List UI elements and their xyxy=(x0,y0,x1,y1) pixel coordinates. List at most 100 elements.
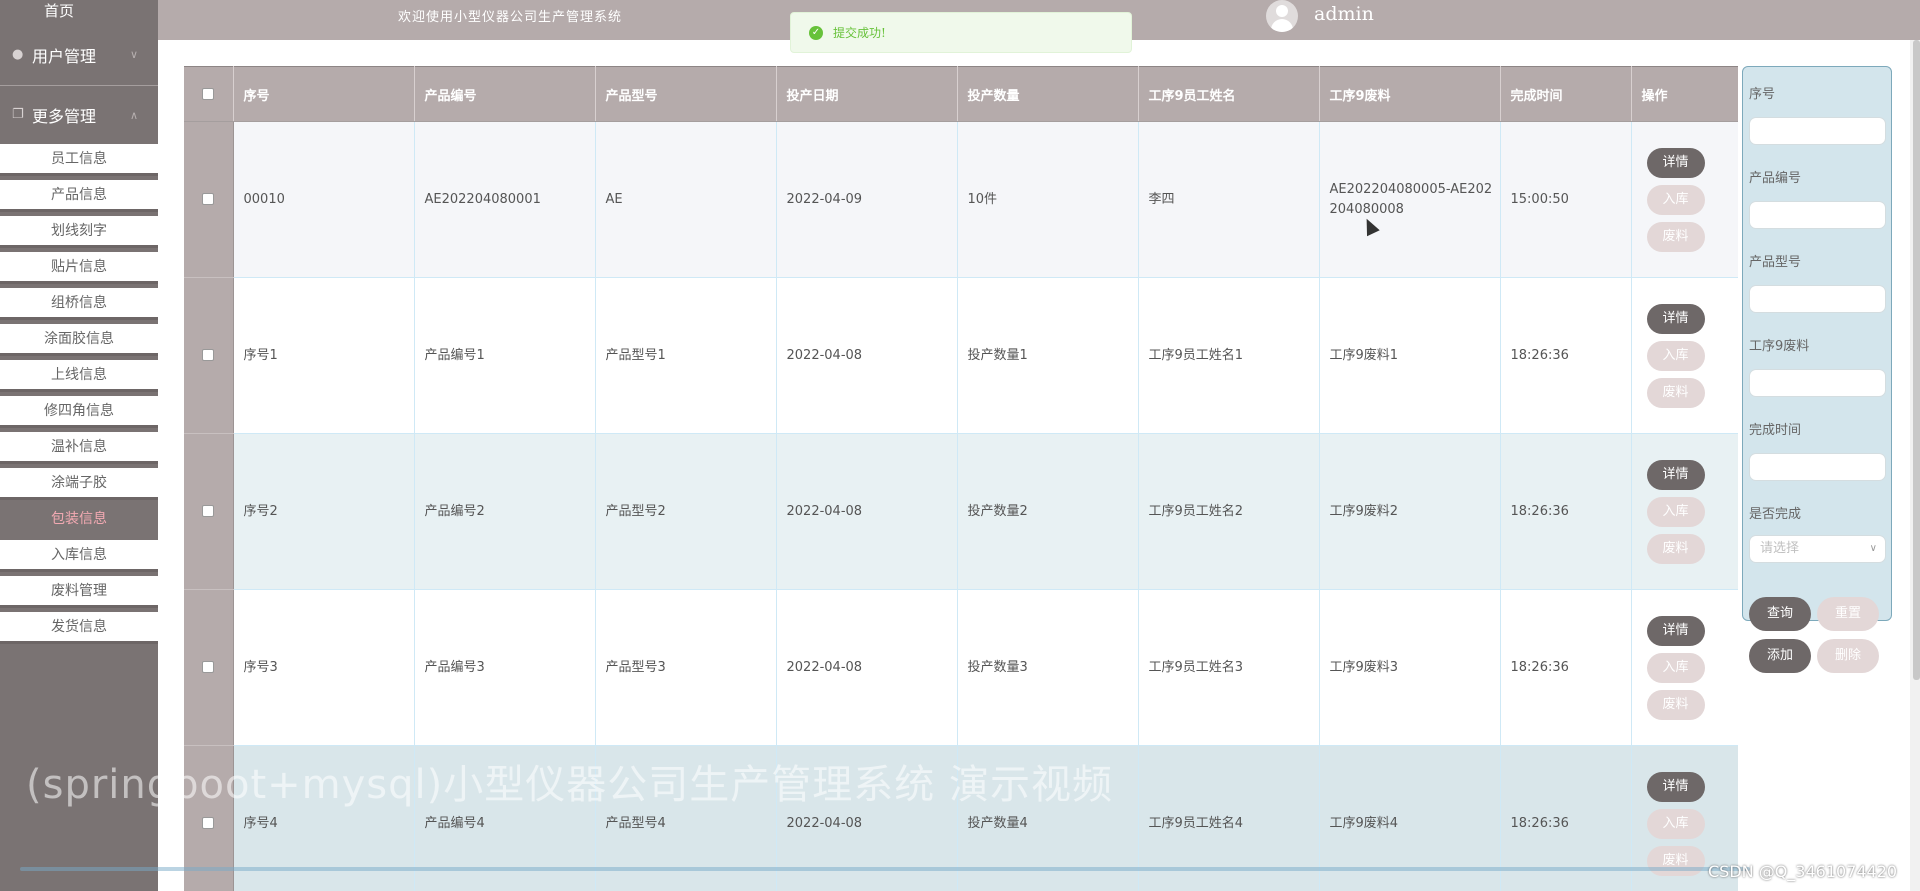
table-cell: 工序9员工姓名3 xyxy=(1138,589,1320,746)
copy-icon: ❐ xyxy=(12,107,24,122)
search-input[interactable] xyxy=(1749,453,1886,481)
detail-button[interactable]: 详情 xyxy=(1646,771,1705,802)
table-cell: AE202204080001 xyxy=(414,121,596,278)
scrap-button[interactable]: 废料 xyxy=(1646,845,1705,876)
table-cell: 工序9员工姓名2 xyxy=(1138,433,1320,590)
warehouse-in-button[interactable]: 入库 xyxy=(1646,340,1705,371)
table-cell: AE xyxy=(595,121,777,278)
search-field-label: 序号 xyxy=(1749,87,1776,102)
table-cell: 2022-04-08 xyxy=(776,589,958,746)
scrap-button[interactable]: 废料 xyxy=(1646,377,1705,408)
query-button[interactable]: 查询 xyxy=(1749,597,1811,631)
detail-button[interactable]: 详情 xyxy=(1646,615,1705,646)
reset-button[interactable]: 重置 xyxy=(1817,597,1879,631)
completed-select[interactable]: 请选择 ∨ xyxy=(1749,535,1886,563)
sidebar-item[interactable]: 贴片信息 xyxy=(0,252,158,284)
sidebar-item[interactable]: 划线刻字 xyxy=(0,216,158,248)
row-checkbox[interactable] xyxy=(202,661,215,673)
detail-button[interactable]: 详情 xyxy=(1646,147,1705,178)
table-cell: 产品编号2 xyxy=(414,433,596,590)
panel-button-row: 添加 删除 xyxy=(1749,639,1885,673)
table-cell: 序号3 xyxy=(233,589,415,746)
warehouse-in-button[interactable]: 入库 xyxy=(1646,652,1705,683)
select-placeholder: 请选择 xyxy=(1760,541,1800,556)
row-checkbox[interactable] xyxy=(202,817,215,829)
table-cell: 2022-04-08 xyxy=(776,433,958,590)
search-input[interactable] xyxy=(1749,201,1886,229)
avatar[interactable] xyxy=(1266,0,1298,32)
table-cell: 2022-04-09 xyxy=(776,121,958,278)
search-input[interactable] xyxy=(1749,117,1886,145)
sidebar-item[interactable]: 废料管理 xyxy=(0,576,158,608)
vertical-scrollbar-thumb[interactable] xyxy=(1913,40,1920,680)
scrap-button[interactable]: 废料 xyxy=(1646,533,1705,564)
row-actions-cell: 详情 入库 废料 xyxy=(1631,433,1738,590)
select-all-cell xyxy=(184,66,234,122)
table-row: 序号3 产品编号3 产品型号3 2022-04-08 投产数量3 工序9员工姓名3 工序9废… xyxy=(184,589,1738,746)
table-header-row: 序号 产品编号 产品型号 投产日期 投产数量 工序9员工姓名 工序9废料 完成时间 操作 xyxy=(184,66,1738,122)
select-all-checkbox[interactable] xyxy=(202,88,215,100)
search-panel: 序号 产品编号 产品型号 工序9废料 完成时间 是否完成 请选择 ∨ 查询 重置 添加 删除 xyxy=(1742,66,1892,673)
table-cell: 产品编号1 xyxy=(414,277,596,434)
row-select-cell xyxy=(184,433,234,590)
table-cell: 产品型号3 xyxy=(595,589,777,746)
username[interactable]: admin xyxy=(1314,3,1374,25)
sidebar-item[interactable]: 员工信息 xyxy=(0,144,158,176)
completed-select-label: 是否完成 xyxy=(1749,507,1802,522)
scrap-button[interactable]: 废料 xyxy=(1646,221,1705,252)
sidebar-group-user-management[interactable]: ● 用户管理 ∨ xyxy=(0,24,158,86)
table-cell: 序号1 xyxy=(233,277,415,434)
welcome-text: 欢迎使用小型仪器公司生产管理系统 xyxy=(398,10,623,25)
sidebar-item[interactable]: 组桥信息 xyxy=(0,288,158,320)
column-header: 工序9废料 xyxy=(1319,66,1501,122)
table-cell: 18:26:36 xyxy=(1500,277,1632,434)
sidebar-item[interactable]: 涂端子胶 xyxy=(0,468,158,500)
add-button[interactable]: 添加 xyxy=(1749,639,1811,673)
row-checkbox[interactable] xyxy=(202,505,215,517)
warehouse-in-button[interactable]: 入库 xyxy=(1646,808,1705,839)
warehouse-in-button[interactable]: 入库 xyxy=(1646,184,1705,215)
column-header: 工序9员工姓名 xyxy=(1138,66,1320,122)
sidebar-item[interactable]: 包装信息 xyxy=(0,504,158,536)
sidebar-item[interactable]: 修四角信息 xyxy=(0,396,158,428)
panel-button-row: 查询 重置 xyxy=(1749,597,1885,631)
row-checkbox[interactable] xyxy=(202,193,215,205)
sidebar-item[interactable]: 产品信息 xyxy=(0,180,158,212)
table-cell: 工序9废料1 xyxy=(1319,277,1501,434)
table-cell: 工序9废料2 xyxy=(1319,433,1501,590)
sidebar-item[interactable]: 发货信息 xyxy=(0,612,158,644)
sidebar-group-more-management[interactable]: ❐ 更多管理 ∧ xyxy=(0,86,158,144)
search-field-label: 产品编号 xyxy=(1749,171,1802,186)
video-progress-bar[interactable] xyxy=(20,867,1750,871)
column-header: 投产日期 xyxy=(776,66,958,122)
search-field-label: 完成时间 xyxy=(1749,423,1802,438)
sidebar-item[interactable]: 涂面胶信息 xyxy=(0,324,158,356)
row-checkbox[interactable] xyxy=(202,349,215,361)
table-cell: 序号2 xyxy=(233,433,415,590)
table-cell: 工序9废料3 xyxy=(1319,589,1501,746)
table-cell: 00010 xyxy=(233,121,415,278)
sidebar-item[interactable]: 上线信息 xyxy=(0,360,158,392)
video-title-overlay: (springboot+mysql)小型仪器公司生产管理系统 演示视频 xyxy=(26,762,1113,808)
sidebar-item[interactable]: 入库信息 xyxy=(0,540,158,572)
user-icon: ● xyxy=(12,46,24,62)
chevron-down-icon: ∨ xyxy=(129,48,138,61)
detail-button[interactable]: 详情 xyxy=(1646,459,1705,490)
table-cell: 18:26:36 xyxy=(1500,589,1632,746)
detail-button[interactable]: 详情 xyxy=(1646,303,1705,334)
row-actions-cell: 详情 入库 废料 xyxy=(1631,277,1738,434)
warehouse-in-button[interactable]: 入库 xyxy=(1646,496,1705,527)
sidebar-home[interactable]: 首页 xyxy=(0,0,158,24)
row-select-cell xyxy=(184,589,234,746)
table-row: 序号1 产品编号1 产品型号1 2022-04-08 投产数量1 工序9员工姓名1 工序9废… xyxy=(184,277,1738,434)
column-header: 产品编号 xyxy=(414,66,596,122)
search-input[interactable] xyxy=(1749,285,1886,313)
search-input[interactable] xyxy=(1749,369,1886,397)
sidebar-group-label: 用户管理 xyxy=(32,46,97,66)
row-select-cell xyxy=(184,121,234,278)
sidebar-item[interactable]: 温补信息 xyxy=(0,432,158,464)
sidebar-group-label: 更多管理 xyxy=(32,107,97,126)
scrap-button[interactable]: 废料 xyxy=(1646,689,1705,720)
table-row: 00010 AE202204080001 AE 2022-04-09 10件 李四 AE20… xyxy=(184,121,1738,278)
delete-button[interactable]: 删除 xyxy=(1817,639,1879,673)
